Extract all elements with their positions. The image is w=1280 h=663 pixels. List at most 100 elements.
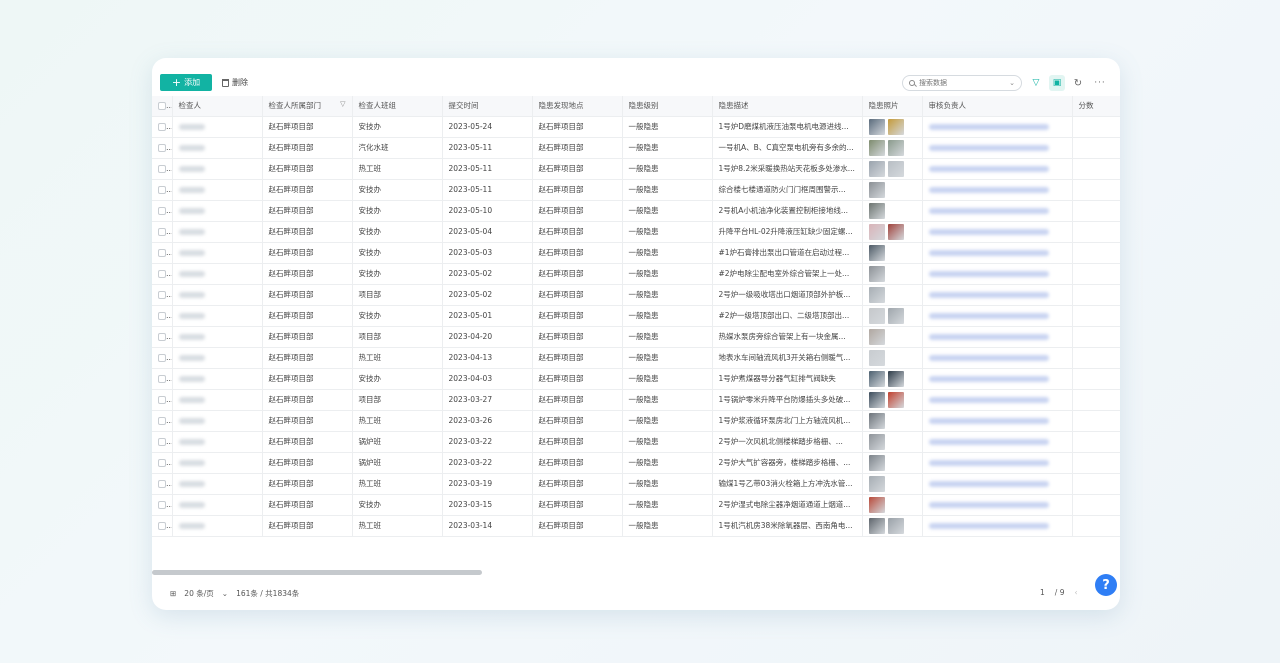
row-select-cell[interactable] — [152, 200, 173, 222]
chevron-down-icon[interactable]: ⌄ — [1009, 79, 1015, 87]
photo-cell[interactable] — [862, 158, 923, 180]
row-checkbox[interactable] — [158, 522, 166, 530]
row-select-cell[interactable] — [152, 494, 173, 516]
row-select-cell[interactable] — [152, 116, 173, 138]
row-checkbox[interactable] — [158, 480, 166, 488]
row-checkbox[interactable] — [158, 123, 166, 131]
row-select-cell[interactable] — [152, 326, 173, 348]
hazard-photo-thumbnail[interactable] — [868, 454, 885, 471]
hazard-photo-thumbnail[interactable] — [868, 202, 885, 219]
select-all-checkbox[interactable] — [158, 102, 166, 111]
row-select-cell[interactable] — [152, 347, 173, 369]
table-row[interactable]: 赵石畔项目部 安技办 2023-05-11 赵石畔项目部 一般隐患 综合楼七楼通道防火门门… — [152, 179, 1120, 201]
hazard-photo-thumbnail[interactable] — [868, 496, 885, 513]
table-row[interactable]: 赵石畔项目部 锅炉班 2023-03-22 赵石畔项目部 一般隐患 2号炉一次风机北侧楼梯… — [152, 431, 1120, 453]
hazard-photo-thumbnail[interactable] — [868, 265, 885, 282]
hazard-photo-thumbnail[interactable] — [868, 181, 885, 198]
photo-cell[interactable] — [862, 389, 923, 411]
row-select-cell[interactable] — [152, 389, 173, 411]
table-row[interactable]: 赵石畔项目部 项目部 2023-05-02 赵石畔项目部 一般隐患 2号炉一级吸收塔出口烟… — [152, 284, 1120, 306]
hazard-photo-thumbnail[interactable] — [868, 349, 885, 366]
hazard-photo-thumbnail[interactable] — [868, 244, 885, 261]
chevron-down-icon[interactable]: ⌄ — [222, 589, 228, 598]
photo-cell[interactable] — [862, 242, 923, 264]
column-filter-icon[interactable]: ▽ — [340, 100, 345, 108]
row-select-cell[interactable] — [152, 284, 173, 306]
photo-cell[interactable] — [862, 284, 923, 306]
search-box[interactable]: ⌄ — [902, 75, 1022, 91]
photo-cell[interactable] — [862, 179, 923, 201]
row-select-cell[interactable] — [152, 452, 173, 474]
column-header[interactable]: 提交时间 — [442, 96, 533, 117]
row-select-cell[interactable] — [152, 431, 173, 453]
row-checkbox[interactable] — [158, 228, 166, 236]
column-header[interactable]: 分数 — [1072, 96, 1120, 117]
column-header[interactable]: 检查人 — [172, 96, 263, 117]
export-icon[interactable]: ▣ — [1049, 75, 1065, 91]
row-select-cell[interactable] — [152, 242, 173, 264]
row-select-cell[interactable] — [152, 305, 173, 327]
select-all-cell[interactable] — [152, 96, 173, 117]
refresh-icon[interactable]: ↻ — [1070, 75, 1086, 91]
photo-cell[interactable] — [862, 221, 923, 243]
hazard-photo-thumbnail[interactable] — [868, 307, 885, 324]
horizontal-scrollbar[interactable] — [152, 570, 482, 575]
table-row[interactable]: 赵石畔项目部 安技办 2023-05-02 赵石畔项目部 一般隐患 #2炉电除尘配电室外综… — [152, 263, 1120, 285]
photo-cell[interactable] — [862, 326, 923, 348]
filter-icon[interactable]: ▽ — [1028, 75, 1044, 91]
row-checkbox[interactable] — [158, 375, 166, 383]
table-row[interactable]: 赵石畔项目部 安技办 2023-04-03 赵石畔项目部 一般隐患 1号炉煮煤器导分器气缸… — [152, 368, 1120, 390]
row-checkbox[interactable] — [158, 249, 166, 257]
row-checkbox[interactable] — [158, 144, 166, 152]
table-row[interactable]: 赵石畔项目部 安技办 2023-05-04 赵石畔项目部 一般隐患 升降平台HL-02升降… — [152, 221, 1120, 243]
table-row[interactable]: 赵石畔项目部 安技办 2023-03-15 赵石畔项目部 一般隐患 2号炉湿式电除尘器净烟… — [152, 494, 1120, 516]
row-select-cell[interactable] — [152, 410, 173, 432]
hazard-photo-thumbnail[interactable] — [868, 286, 885, 303]
row-select-cell[interactable] — [152, 158, 173, 180]
table-row[interactable]: 赵石畔项目部 热工班 2023-03-26 赵石畔项目部 一般隐患 1号炉浆液循环泵房北门… — [152, 410, 1120, 432]
row-select-cell[interactable] — [152, 137, 173, 159]
table-row[interactable]: 赵石畔项目部 安技办 2023-05-01 赵石畔项目部 一般隐患 #2炉一级塔顶部出口、… — [152, 305, 1120, 327]
row-checkbox[interactable] — [158, 333, 166, 341]
photo-cell[interactable] — [862, 494, 923, 516]
photo-cell[interactable] — [862, 263, 923, 285]
help-icon[interactable]: ? — [1095, 574, 1117, 596]
photo-cell[interactable] — [862, 347, 923, 369]
column-header[interactable]: 隐患照片 — [862, 96, 923, 117]
hazard-photo-thumbnail[interactable] — [868, 370, 885, 387]
hazard-photo-thumbnail[interactable] — [868, 412, 885, 429]
table-row[interactable]: 赵石畔项目部 热工班 2023-04-13 赵石畔项目部 一般隐患 地表水车间轴流风机3开… — [152, 347, 1120, 369]
delete-button[interactable]: 删除 — [222, 74, 248, 91]
row-checkbox[interactable] — [158, 501, 166, 509]
photo-cell[interactable] — [862, 116, 923, 138]
row-select-cell[interactable] — [152, 515, 173, 537]
table-row[interactable]: 赵石畔项目部 安技办 2023-05-03 赵石畔项目部 一般隐患 #1炉石膏排出泵出口管… — [152, 242, 1120, 264]
page-current[interactable]: 1 — [1040, 588, 1045, 597]
row-checkbox[interactable] — [158, 165, 166, 173]
photo-cell[interactable] — [862, 431, 923, 453]
photo-cell[interactable] — [862, 452, 923, 474]
hazard-photo-thumbnail[interactable] — [887, 391, 904, 408]
photo-cell[interactable] — [862, 473, 923, 495]
search-input[interactable] — [919, 79, 999, 87]
table-row[interactable]: 赵石畔项目部 项目部 2023-04-20 赵石畔项目部 一般隐患 热媒水泵房旁综合管架上… — [152, 326, 1120, 348]
column-header[interactable]: 隐患级别 — [622, 96, 713, 117]
table-row[interactable]: 赵石畔项目部 锅炉班 2023-03-22 赵石畔项目部 一般隐患 2号炉大气扩容器旁，楼… — [152, 452, 1120, 474]
hazard-photo-thumbnail[interactable] — [868, 223, 885, 240]
row-checkbox[interactable] — [158, 417, 166, 425]
prev-page-icon[interactable]: ‹ — [1074, 588, 1077, 597]
column-header[interactable]: 检查人班组 — [352, 96, 443, 117]
hazard-photo-thumbnail[interactable] — [887, 307, 904, 324]
hazard-photo-thumbnail[interactable] — [868, 517, 885, 534]
photo-cell[interactable] — [862, 368, 923, 390]
add-button[interactable]: + 添加 — [160, 74, 212, 91]
hazard-photo-thumbnail[interactable] — [887, 517, 904, 534]
row-checkbox[interactable] — [158, 312, 166, 320]
table-row[interactable]: 赵石畔项目部 项目部 2023-03-27 赵石畔项目部 一般隐患 1号锅炉零米升降平台防… — [152, 389, 1120, 411]
row-checkbox[interactable] — [158, 459, 166, 467]
photo-cell[interactable] — [862, 137, 923, 159]
table-row[interactable]: 赵石畔项目部 热工班 2023-03-14 赵石畔项目部 一般隐患 1号机汽机房38米除氧… — [152, 515, 1120, 537]
hazard-photo-thumbnail[interactable] — [868, 160, 885, 177]
row-checkbox[interactable] — [158, 207, 166, 215]
hazard-photo-thumbnail[interactable] — [887, 370, 904, 387]
